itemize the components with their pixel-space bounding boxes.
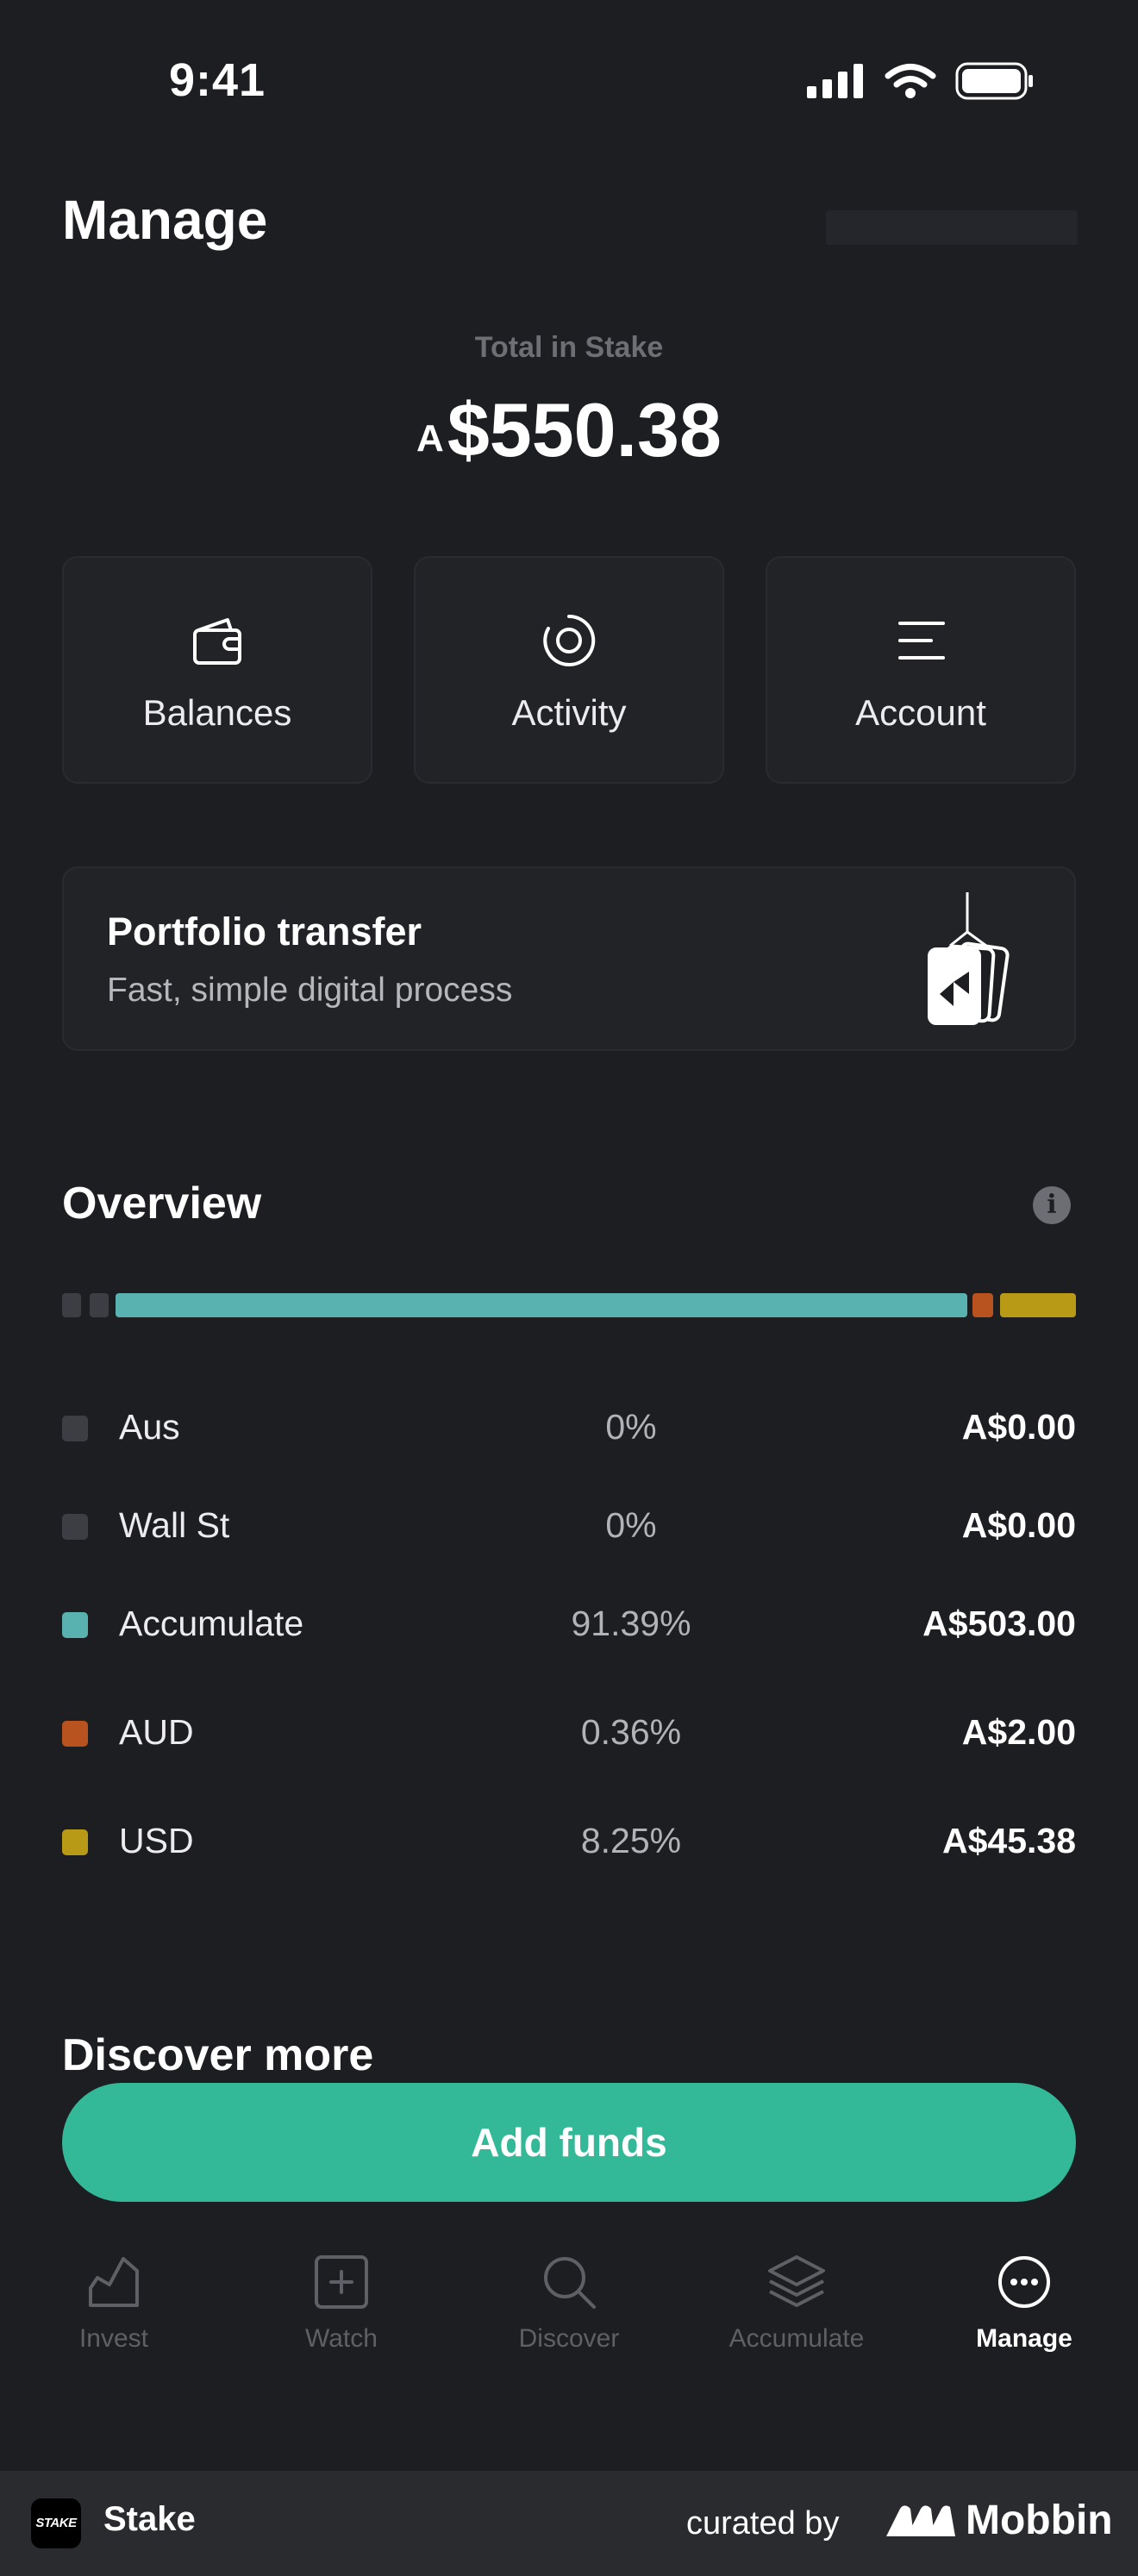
overview-row[interactable]: Aus 0% A$0.00 (62, 1402, 1076, 1454)
tab-invest[interactable]: Invest (0, 2224, 228, 2397)
search-icon (544, 2257, 596, 2309)
allocation-segment-accumulate (116, 1293, 967, 1317)
footer-brand-name: Mobbin (966, 2498, 1113, 2543)
promo-subtitle: Fast, simple digital process (107, 972, 513, 1009)
total-value: $550.38 (447, 387, 722, 472)
status-icons (807, 62, 1035, 100)
signal-icon (807, 64, 863, 98)
plus-square-icon (315, 2255, 368, 2309)
row-value: A$0.00 (961, 1407, 1076, 1447)
page-title: Manage (62, 189, 268, 251)
row-value: A$2.00 (961, 1712, 1076, 1752)
legend-swatch (62, 1829, 88, 1855)
activity-button[interactable]: Activity (414, 556, 724, 784)
tab-accumulate[interactable]: Accumulate (683, 2224, 910, 2397)
row-name: AUD (119, 1712, 194, 1752)
total-amount: A$550.38 (0, 386, 1138, 474)
wifi-icon (885, 64, 936, 98)
overview-title: Overview (62, 1179, 262, 1229)
tab-discover[interactable]: Discover (455, 2224, 683, 2397)
account-button[interactable]: Account (766, 556, 1076, 784)
overview-row[interactable]: USD 8.25% A$45.38 (62, 1816, 1076, 1867)
layers-icon (768, 2255, 825, 2307)
total-currency: A (416, 417, 444, 460)
allocation-segment-wall-st (90, 1293, 109, 1317)
row-value: A$0.00 (961, 1505, 1076, 1545)
overview-row[interactable]: Accumulate 91.39% A$503.00 (62, 1598, 1076, 1650)
row-value: A$503.00 (922, 1604, 1076, 1643)
tab-label: Accumulate (728, 2324, 865, 2353)
allocation-segment-aud (972, 1293, 993, 1317)
tab-bar: Invest Watch Discover Accumulate Manage (0, 2224, 1138, 2397)
promo-title: Portfolio transfer (107, 910, 422, 953)
header-placeholder (826, 210, 1078, 245)
portfolio-transfer-card[interactable]: Portfolio transfer Fast, simple digital … (62, 866, 1076, 1051)
activity-label: Activity (511, 692, 627, 733)
mobbin-logo: Mobbin (885, 2497, 1113, 2544)
tab-manage[interactable]: Manage (910, 2224, 1138, 2397)
row-percent: 0.36% (580, 1712, 682, 1752)
row-percent: 8.25% (580, 1821, 682, 1860)
add-funds-button[interactable]: Add funds (62, 2083, 1076, 2202)
legend-swatch (62, 1514, 88, 1540)
row-name: USD (119, 1821, 194, 1860)
more-circle-icon (998, 2256, 1050, 2308)
status-time: 9:41 (169, 54, 266, 106)
attribution-footer: STAKE Stake curated by Mobbin (0, 2471, 1138, 2576)
stake-logo: STAKE (31, 2498, 81, 2548)
row-name: Wall St (119, 1505, 230, 1545)
overview-row[interactable]: AUD 0.36% A$2.00 (62, 1707, 1076, 1759)
legend-swatch (62, 1721, 88, 1747)
discover-more-title: Discover more (62, 2030, 374, 2080)
legend-swatch (62, 1416, 88, 1441)
tab-label: Discover (518, 2324, 620, 2353)
chart-icon (89, 2257, 139, 2307)
wallet-icon (193, 618, 241, 665)
row-name: Accumulate (119, 1604, 304, 1643)
row-name: Aus (119, 1407, 180, 1447)
activity-icon (543, 614, 596, 666)
total-label: Total in Stake (474, 331, 664, 364)
allocation-segment-aus (62, 1293, 81, 1317)
footer-app-name: Stake (103, 2500, 196, 2538)
row-percent: 0% (605, 1505, 657, 1545)
tab-watch[interactable]: Watch (228, 2224, 455, 2397)
allocation-bar (62, 1293, 1076, 1317)
status-bar: 9:41 (0, 0, 1138, 164)
balances-button[interactable]: Balances (62, 556, 372, 784)
balances-label: Balances (142, 692, 292, 733)
tab-label: Invest (78, 2324, 149, 2353)
battery-icon (955, 62, 1033, 100)
allocation-segment-usd (1000, 1293, 1076, 1317)
tab-label: Manage (976, 2324, 1072, 2353)
overview-row[interactable]: Wall St 0% A$0.00 (62, 1500, 1076, 1552)
transfer-box-icon (928, 892, 1010, 1025)
mobbin-mark-icon (886, 2504, 955, 2536)
row-value: A$45.38 (941, 1821, 1076, 1860)
menu-lines-icon (898, 622, 945, 660)
footer-curated-by: curated by (686, 2505, 840, 2542)
row-percent: 91.39% (571, 1604, 691, 1643)
row-percent: 0% (605, 1407, 657, 1447)
legend-swatch (62, 1612, 88, 1638)
info-icon[interactable]: i (1033, 1186, 1071, 1224)
tab-label: Watch (305, 2324, 378, 2353)
account-label: Account (855, 692, 986, 733)
